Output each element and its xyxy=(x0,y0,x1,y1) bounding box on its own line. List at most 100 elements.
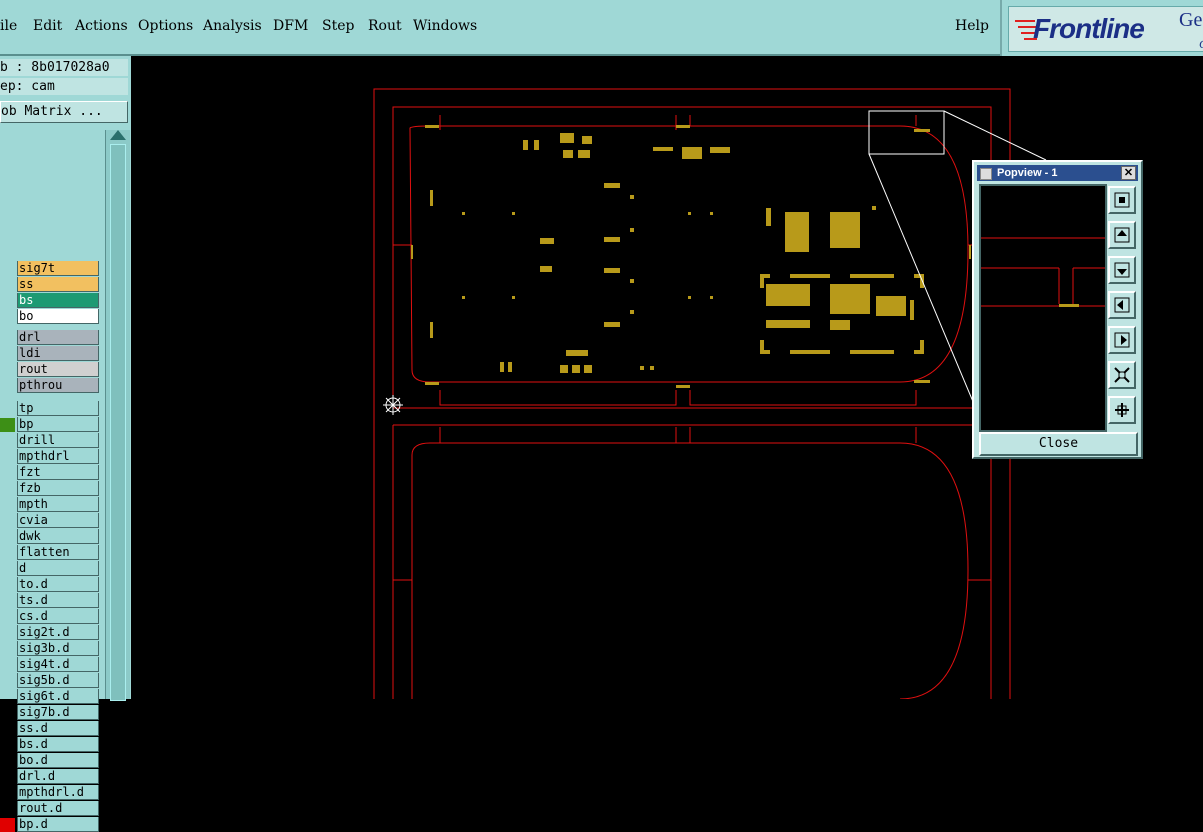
layer-status-swatch[interactable] xyxy=(0,546,15,560)
menu-options[interactable]: Options xyxy=(138,18,193,34)
layer-name[interactable]: sig3b.d xyxy=(17,641,99,656)
layer-name[interactable]: bp xyxy=(17,417,99,432)
layer-row-ss-d[interactable]: ss.d xyxy=(0,721,100,736)
layer-row-fzb[interactable]: fzb xyxy=(0,481,100,496)
menu-windows[interactable]: Windows xyxy=(413,18,477,34)
layer-status-swatch[interactable] xyxy=(0,770,15,784)
layer-name[interactable]: sig5b.d xyxy=(17,673,99,688)
layer-status-swatch[interactable] xyxy=(0,294,15,308)
layer-status-swatch[interactable] xyxy=(0,450,15,464)
layer-name[interactable]: ts.d xyxy=(17,593,99,608)
layer-name[interactable]: mpth xyxy=(17,497,99,512)
layer-status-swatch[interactable] xyxy=(0,754,15,768)
job-matrix-button[interactable]: ob Matrix ... xyxy=(0,101,128,123)
layer-name[interactable]: bs xyxy=(17,293,99,308)
layer-status-swatch[interactable] xyxy=(0,434,15,448)
layer-row-sig7b-d[interactable]: sig7b.d xyxy=(0,705,100,720)
layer-status-swatch[interactable] xyxy=(0,331,15,345)
layer-status-swatch[interactable] xyxy=(0,690,15,704)
layer-row-bp[interactable]: bp xyxy=(0,417,100,432)
layer-status-swatch[interactable] xyxy=(0,530,15,544)
layer-row-ts-d[interactable]: ts.d xyxy=(0,593,100,608)
layer-status-swatch[interactable] xyxy=(0,626,15,640)
layer-row-sig7t[interactable]: sig7t xyxy=(0,261,100,276)
layer-row-bo-d[interactable]: bo.d xyxy=(0,753,100,768)
layer-status-swatch[interactable] xyxy=(0,722,15,736)
layer-name[interactable]: drl.d xyxy=(17,769,99,784)
layer-row-d[interactable]: d xyxy=(0,561,100,576)
layer-row-sig2t-d[interactable]: sig2t.d xyxy=(0,625,100,640)
layer-name[interactable]: sig2t.d xyxy=(17,625,99,640)
layer-name[interactable]: mpthdrl xyxy=(17,449,99,464)
layer-name[interactable]: sig4t.d xyxy=(17,657,99,672)
layer-row-sig5b-d[interactable]: sig5b.d xyxy=(0,673,100,688)
layer-row-rout[interactable]: rout xyxy=(0,362,100,377)
layer-name[interactable]: fzt xyxy=(17,465,99,480)
layer-scrollbar[interactable] xyxy=(105,130,130,701)
menu-step[interactable]: Step xyxy=(322,18,354,34)
layer-row-sig6t-d[interactable]: sig6t.d xyxy=(0,689,100,704)
layer-name[interactable]: bp.d xyxy=(17,817,99,832)
layer-name[interactable]: ss xyxy=(17,277,99,292)
menu-edit[interactable]: Edit xyxy=(33,18,62,34)
layer-row-rout-d[interactable]: rout.d xyxy=(0,801,100,816)
zoom-in-button[interactable] xyxy=(1108,396,1136,424)
layer-status-swatch[interactable] xyxy=(0,278,15,292)
layer-row-ldi[interactable]: ldi xyxy=(0,346,100,361)
layer-row-drl[interactable]: drl xyxy=(0,330,100,345)
close-button[interactable]: Close xyxy=(979,432,1138,456)
pan-down-button[interactable] xyxy=(1108,256,1136,284)
layer-name[interactable]: cs.d xyxy=(17,609,99,624)
layer-name[interactable]: ss.d xyxy=(17,721,99,736)
popview-canvas[interactable] xyxy=(979,184,1107,432)
layer-row-mpth[interactable]: mpth xyxy=(0,497,100,512)
menu-actions[interactable]: Actions xyxy=(75,18,128,34)
layer-name[interactable]: flatten xyxy=(17,545,99,560)
menu-dfm[interactable]: DFM xyxy=(273,18,308,34)
layer-name[interactable]: cvia xyxy=(17,513,99,528)
layer-name[interactable]: sig7b.d xyxy=(17,705,99,720)
menu-rout[interactable]: Rout xyxy=(368,18,402,34)
layer-name[interactable]: ldi xyxy=(17,346,99,361)
popview-titlebar[interactable]: Popview - 1 ✕ xyxy=(977,165,1138,181)
layer-name[interactable]: bs.d xyxy=(17,737,99,752)
layer-name[interactable]: drl xyxy=(17,330,99,345)
layer-row-bo[interactable]: bo xyxy=(0,309,100,324)
layer-row-cs-d[interactable]: cs.d xyxy=(0,609,100,624)
layer-name[interactable]: to.d xyxy=(17,577,99,592)
layer-status-swatch[interactable] xyxy=(0,578,15,592)
layer-name[interactable]: sig6t.d xyxy=(17,689,99,704)
layer-name[interactable]: tp xyxy=(17,401,99,416)
layer-status-swatch[interactable] xyxy=(0,514,15,528)
pan-right-button[interactable] xyxy=(1108,326,1136,354)
layer-row-mpthdrl[interactable]: mpthdrl xyxy=(0,449,100,464)
layer-row-pthrou[interactable]: pthrou xyxy=(0,378,100,393)
menu-file[interactable]: ile xyxy=(0,18,17,34)
layer-status-swatch[interactable] xyxy=(0,706,15,720)
pan-up-button[interactable] xyxy=(1108,221,1136,249)
layer-row-fzt[interactable]: fzt xyxy=(0,465,100,480)
layer-status-swatch[interactable] xyxy=(0,379,15,393)
layer-name[interactable]: sig7t xyxy=(17,261,99,276)
layer-row-tp[interactable]: tp xyxy=(0,401,100,416)
layer-name[interactable]: rout.d xyxy=(17,801,99,816)
layer-status-swatch[interactable] xyxy=(0,262,15,276)
zoom-out-button[interactable] xyxy=(1108,361,1136,389)
layer-status-swatch[interactable] xyxy=(0,466,15,480)
menu-help[interactable]: Help xyxy=(955,18,989,34)
layer-row-bs[interactable]: bs xyxy=(0,293,100,308)
zoom-fit-button[interactable] xyxy=(1108,186,1136,214)
layer-status-swatch[interactable] xyxy=(0,738,15,752)
layer-status-swatch[interactable] xyxy=(0,310,15,324)
layer-status-swatch[interactable] xyxy=(0,802,15,816)
layer-row-dwk[interactable]: dwk xyxy=(0,529,100,544)
layer-status-swatch[interactable] xyxy=(0,674,15,688)
layer-status-swatch[interactable] xyxy=(0,347,15,361)
layer-row-sig4t-d[interactable]: sig4t.d xyxy=(0,657,100,672)
layer-row-drill[interactable]: drill xyxy=(0,433,100,448)
layer-status-swatch[interactable] xyxy=(0,658,15,672)
layer-row-cvia[interactable]: cvia xyxy=(0,513,100,528)
layer-row-drl-d[interactable]: drl.d xyxy=(0,769,100,784)
layer-status-swatch[interactable] xyxy=(0,610,15,624)
layer-row-to-d[interactable]: to.d xyxy=(0,577,100,592)
